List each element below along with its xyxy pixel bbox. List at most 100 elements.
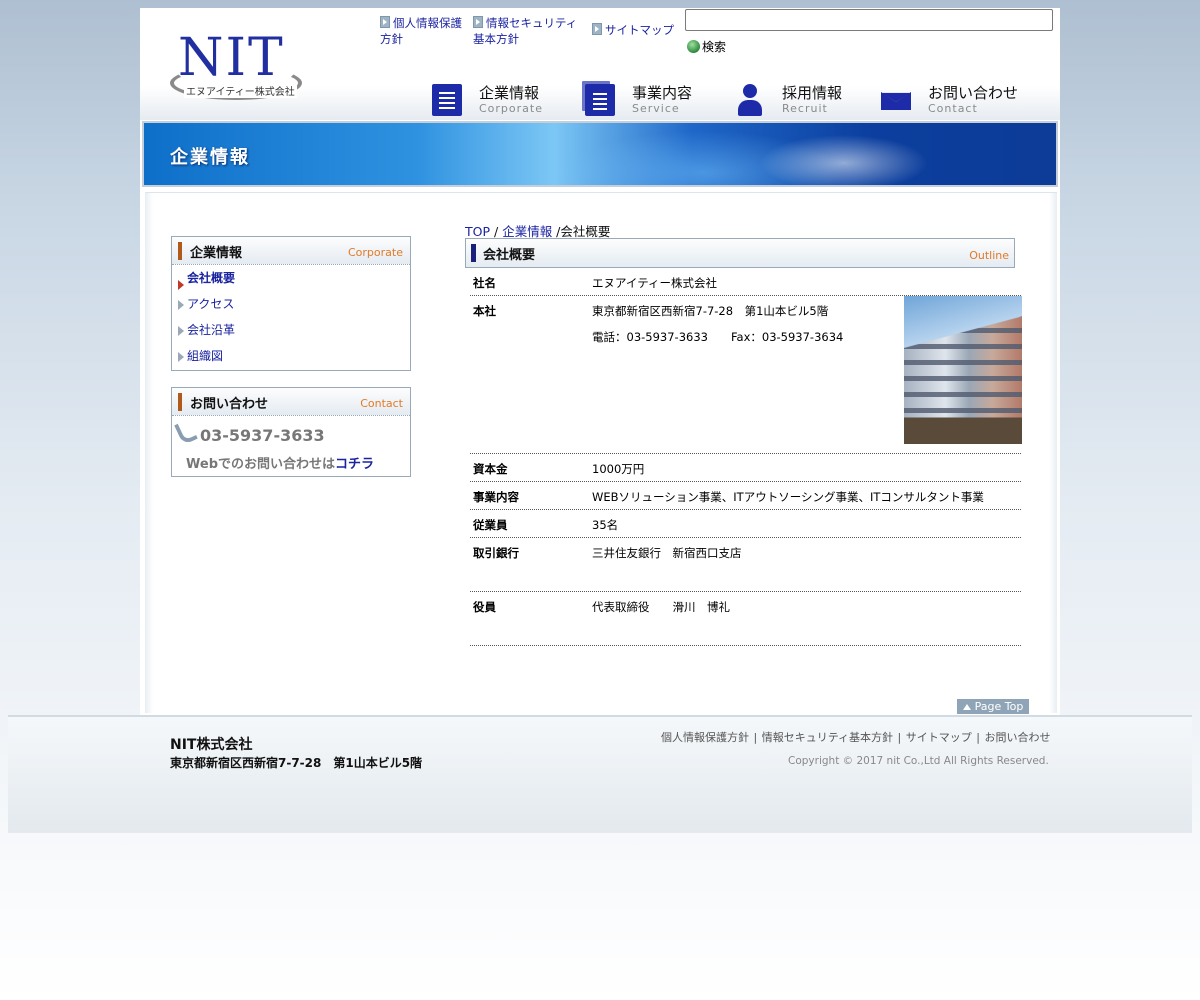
- search-input[interactable]: [685, 9, 1053, 31]
- sidebar-contact-title: お問い合わせ: [190, 397, 269, 412]
- arrow-bullet-icon: [178, 280, 184, 290]
- nav-contact-label: お問い合わせ: [928, 84, 1019, 102]
- row-value: 1000万円: [592, 462, 645, 476]
- arrow-bullet-icon: [473, 16, 483, 28]
- row-value: WEBソリューション事業、ITアウトソーシング事業、ITコンサルタント事業: [592, 490, 984, 504]
- page-banner: 企業情報: [142, 121, 1058, 187]
- breadcrumb-section[interactable]: 企業情報: [502, 224, 552, 239]
- sidebar-contact-box: お問い合わせ Contact 03-5937-3633 Webでのお問い合わせは…: [171, 387, 411, 477]
- sidebar-item-label: 会社沿革: [187, 323, 236, 337]
- table-row: 取引銀行 三井住友銀行 新宿西口支店: [470, 538, 1021, 592]
- nav-recruit-sub: Recruit: [782, 102, 828, 115]
- row-value-contact: 電話：03-5937-3633 Fax：03-5937-3634: [592, 330, 844, 344]
- contact-web-link[interactable]: コチラ: [335, 457, 374, 472]
- table-row: 事業内容 WEBソリューション事業、ITアウトソーシング事業、ITコンサルタント…: [470, 482, 1021, 510]
- header-accent-bar: [178, 242, 182, 260]
- globe-search-icon: [687, 40, 700, 53]
- arrow-up-icon: [962, 704, 971, 710]
- row-key: 資本金: [473, 462, 508, 476]
- site-footer: NIT株式会社 東京都新宿区西新宿7-7-28 第1山本ビル5階 個人情報保護方…: [8, 715, 1192, 833]
- top-link-privacy[interactable]: 個人情報保護方針: [380, 15, 472, 47]
- row-key: 本社: [473, 304, 496, 318]
- outline-title: 会社概要: [483, 248, 536, 263]
- sidebar-item-organization[interactable]: 組織図: [172, 343, 410, 369]
- page-container: NIT エヌアイティー株式会社 個人情報保護方針 情報セキュリティ基本方針 サイ…: [140, 8, 1060, 715]
- row-key: 事業内容: [473, 490, 519, 504]
- search-button-label: 検索: [702, 40, 727, 54]
- row-key: 役員: [473, 600, 496, 614]
- sidebar-item-outline[interactable]: 会社概要: [172, 271, 236, 290]
- row-value: 35名: [592, 518, 619, 532]
- document-icon: [432, 84, 462, 116]
- sidebar-item-label: アクセス: [187, 297, 235, 311]
- sidebar-item-access[interactable]: アクセス: [172, 291, 410, 317]
- contact-phone-number: 03-5937-3633: [200, 426, 325, 445]
- footer-link-sitemap[interactable]: サイトマップ: [906, 731, 972, 744]
- breadcrumb-sep: /: [490, 224, 503, 239]
- site-logo[interactable]: NIT エヌアイティー株式会社: [170, 32, 302, 100]
- table-row: 役員 代表取締役 滑川 博礼: [470, 592, 1021, 646]
- arrow-bullet-icon: [592, 23, 602, 35]
- site-header: NIT エヌアイティー株式会社 個人情報保護方針 情報セキュリティ基本方針 サイ…: [140, 8, 1060, 120]
- nav-service-label: 事業内容: [632, 84, 693, 102]
- top-link-privacy-label: 個人情報保護方針: [380, 16, 462, 46]
- nav-corporate[interactable]: 企業情報 Corporate: [432, 78, 562, 120]
- top-link-security[interactable]: 情報セキュリティ基本方針: [473, 15, 585, 47]
- table-row: 資本金 1000万円: [470, 454, 1021, 482]
- sidebar-corporate-title-en: Corporate: [348, 246, 403, 259]
- footer-company: NIT株式会社: [170, 737, 253, 753]
- breadcrumb-top[interactable]: TOP: [465, 224, 490, 239]
- contact-phone: 03-5937-3633: [174, 418, 325, 446]
- row-value: 代表取締役 滑川 博礼: [592, 600, 730, 614]
- footer-links: 個人情報保護方針 | 情報セキュリティ基本方針 | サイトマップ | お問い合わ…: [661, 731, 1051, 744]
- row-value: 東京都新宿区西新宿7-7-28 第1山本ビル5階: [592, 304, 829, 318]
- sidebar-corporate-box: 企業情報 Corporate 会社概要 アクセス 会社沿革 組織図: [171, 236, 411, 371]
- breadcrumb-current: /会社概要: [552, 224, 611, 239]
- sidebar-corporate-title: 企業情報: [190, 246, 243, 261]
- row-key: 社名: [473, 276, 496, 290]
- nav-corporate-label: 企業情報: [479, 84, 540, 102]
- search-button[interactable]: 検索: [687, 38, 726, 55]
- sidebar-item-history[interactable]: 会社沿革: [172, 317, 410, 343]
- outline-title-en: Outline: [969, 249, 1009, 262]
- phone-icon: [174, 418, 198, 446]
- mail-icon: [881, 92, 911, 110]
- nav-corporate-sub: Corporate: [479, 102, 543, 115]
- footer-copyright: Copyright © 2017 nit Co.,Ltd All Rights …: [788, 755, 1049, 767]
- footer-link-contact[interactable]: お問い合わせ: [984, 731, 1050, 744]
- documents-icon: [585, 84, 615, 116]
- outline-header: 会社概要 Outline: [465, 238, 1015, 268]
- row-key: 従業員: [473, 518, 508, 532]
- table-row: 社名 エヌアイティー株式会社: [470, 268, 1021, 296]
- nav-recruit-label: 採用情報: [782, 84, 843, 102]
- row-key: 取引銀行: [473, 546, 519, 560]
- sidebar-item-label: 会社概要: [187, 271, 236, 285]
- arrow-bullet-icon: [178, 300, 184, 310]
- footer-link-privacy[interactable]: 個人情報保護方針: [661, 731, 749, 744]
- nav-service[interactable]: 事業内容 Service: [585, 78, 715, 120]
- header-accent-bar: [471, 244, 476, 262]
- nav-service-sub: Service: [632, 102, 680, 115]
- nav-contact[interactable]: お問い合わせ Contact: [881, 78, 1031, 120]
- logo-mark: NIT: [178, 28, 285, 88]
- sidebar-contact-title-en: Contact: [360, 397, 403, 410]
- office-building-photo: [904, 296, 1022, 444]
- arrow-bullet-icon: [178, 352, 184, 362]
- sidebar-corporate-header: 企業情報 Corporate: [172, 237, 410, 265]
- footer-link-security[interactable]: 情報セキュリティ基本方針: [762, 731, 893, 744]
- top-link-security-label: 情報セキュリティ基本方針: [473, 16, 578, 46]
- page-top-button[interactable]: Page Top: [957, 699, 1029, 714]
- top-link-sitemap[interactable]: サイトマップ: [592, 22, 674, 38]
- nav-recruit[interactable]: 採用情報 Recruit: [735, 78, 865, 120]
- arrow-bullet-icon: [380, 16, 390, 28]
- sidebar-item-label: 組織図: [187, 349, 224, 363]
- arrow-bullet-icon: [178, 326, 184, 336]
- row-value: エヌアイティー株式会社: [592, 276, 718, 290]
- person-icon: [735, 84, 765, 116]
- logo-subtitle: エヌアイティー株式会社: [184, 83, 297, 98]
- footer-address: 東京都新宿区西新宿7-7-28 第1山本ビル5階: [170, 756, 423, 770]
- page-top-label: Page Top: [974, 700, 1024, 713]
- contact-web: Webでのお問い合わせはコチラ: [186, 453, 374, 472]
- nav-contact-sub: Contact: [928, 102, 978, 115]
- sidebar-contact-header: お問い合わせ Contact: [172, 388, 410, 416]
